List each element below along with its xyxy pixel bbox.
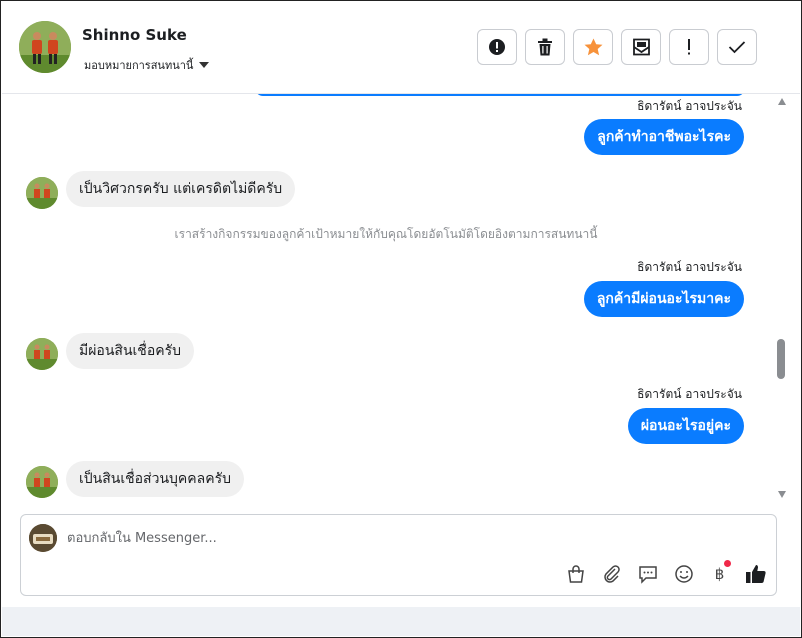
header-actions (477, 29, 757, 65)
thumbs-up-icon (745, 564, 766, 583)
paperclip-icon (603, 564, 620, 583)
delete-button[interactable] (525, 29, 565, 65)
sender-name: ธิดารัตน์ อาจประจัน (637, 99, 742, 113)
message-thread[interactable]: ธิดารัตน์ อาจประจัน ลูกค้าทำอาชีพอะไรคะ … (2, 94, 800, 506)
baht-icon: ฿ (714, 564, 725, 583)
incoming-message[interactable]: มีผ่อนสินเชื่อครับ (66, 333, 194, 369)
window-bottom-area (2, 607, 800, 636)
like-button[interactable] (743, 561, 768, 586)
mark-important-button[interactable] (669, 29, 709, 65)
trash-icon (538, 38, 552, 56)
alert-circle-icon (489, 39, 505, 55)
incoming-message[interactable]: เป็นสินเชื่อส่วนบุคคลครับ (66, 461, 244, 497)
payment-button[interactable]: ฿ (707, 560, 732, 586)
outgoing-message[interactable]: ลูกค้ามีผ่อนอะไรมาคะ (583, 281, 744, 317)
incoming-message[interactable]: เป็นวิศวกรครับ แต่เครดิตไม่ดีครับ (66, 171, 296, 207)
page-avatar (29, 524, 57, 552)
reply-input[interactable] (67, 527, 667, 549)
scrollbar-thumb[interactable] (777, 339, 785, 379)
composer-tools: ฿ (563, 560, 768, 586)
check-icon (728, 41, 746, 54)
star-icon (584, 38, 602, 56)
assign-label: มอบหมายการสนทนานี้ (84, 59, 194, 72)
envelope-icon (632, 38, 650, 56)
sender-name: ธิดารัตน์ อาจประจัน (637, 387, 742, 401)
attach-button[interactable] (599, 561, 624, 586)
contact-name: Shinno Suke (82, 26, 187, 44)
smiley-icon (674, 564, 693, 583)
star-button[interactable] (573, 29, 613, 65)
system-notice: เราสร้างกิจกรรมของลูกค้าเป้าหมายให้กับคุ… (174, 227, 598, 241)
speech-bubble-icon (638, 565, 657, 584)
outgoing-message[interactable]: ลูกค้าทำอาชีพอะไรคะ (584, 119, 744, 155)
contact-avatar-small (26, 466, 58, 498)
contact-avatar-small (26, 177, 58, 209)
exclamation-icon (688, 39, 690, 55)
contact-avatar-small (26, 338, 58, 370)
messenger-window: Shinno Suke มอบหมายการสนทนานี้ ธิดารัตน์… (0, 0, 802, 638)
sender-name: ธิดารัตน์ อาจประจัน (637, 260, 742, 274)
assign-conversation-dropdown[interactable]: มอบหมายการสนทนานี้ (84, 56, 210, 74)
shop-button[interactable] (563, 561, 588, 586)
reply-composer: ฿ (20, 514, 777, 596)
saved-replies-button[interactable] (635, 561, 660, 586)
mark-done-button[interactable] (717, 29, 757, 65)
scroll-up-arrow-icon[interactable] (778, 98, 786, 105)
notification-dot (724, 560, 731, 567)
emoji-button[interactable] (671, 561, 696, 586)
conversation-header: Shinno Suke มอบหมายการสนทนานี้ (2, 2, 800, 94)
mark-unread-button[interactable] (621, 29, 661, 65)
outgoing-bubble-partial (255, 94, 745, 96)
bag-icon (567, 564, 584, 583)
caret-down-icon (199, 62, 210, 68)
report-button[interactable] (477, 29, 517, 65)
contact-avatar[interactable] (19, 21, 71, 73)
outgoing-message[interactable]: ผ่อนอะไรอยู่คะ (627, 408, 744, 444)
scroll-down-arrow-icon[interactable] (778, 491, 786, 498)
